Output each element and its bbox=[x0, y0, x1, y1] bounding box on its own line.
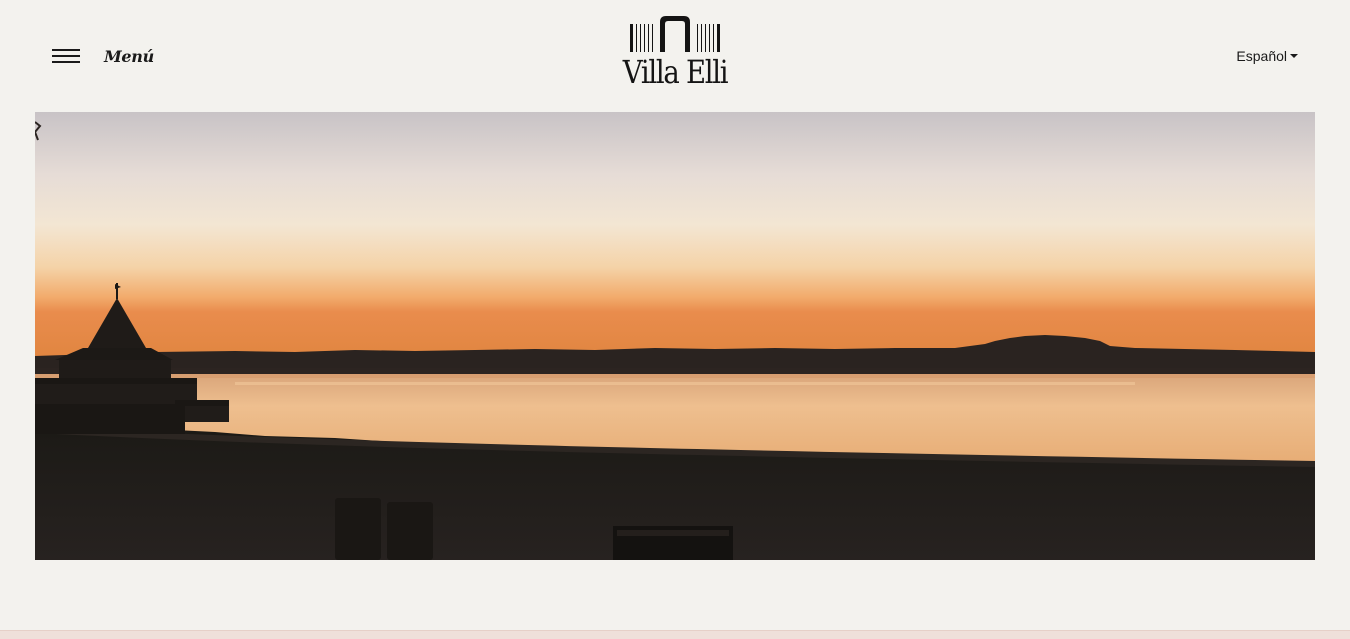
caret-down-icon bbox=[1290, 54, 1298, 58]
menu-label[interactable]: Menú bbox=[104, 47, 154, 66]
site-logo[interactable]: Villa Elli bbox=[612, 14, 738, 92]
language-selector[interactable]: Español bbox=[1236, 48, 1298, 64]
language-label[interactable]: Español bbox=[1236, 48, 1287, 64]
hero-image bbox=[35, 112, 1315, 560]
logo-wordmark: Villa Elli bbox=[622, 53, 729, 91]
menu-button[interactable]: Menú bbox=[50, 38, 154, 74]
site-header: Menú Villa Elli Español bbox=[0, 0, 1350, 112]
logo-gate-icon bbox=[630, 16, 720, 52]
sunset-lake-scene bbox=[35, 112, 1315, 560]
hamburger-icon[interactable] bbox=[52, 47, 82, 65]
